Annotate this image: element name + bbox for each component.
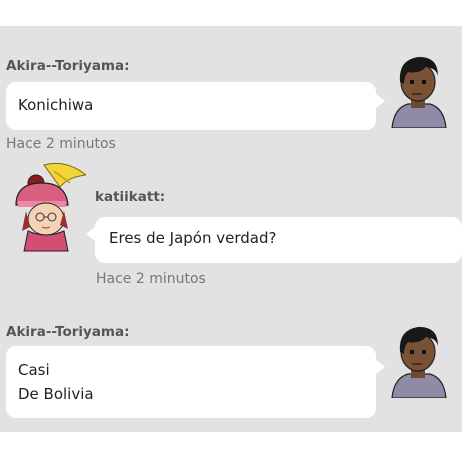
message-timestamp: Hace 2 minutos	[96, 271, 206, 287]
boy-avatar-icon[interactable]	[386, 52, 452, 129]
message-bubble: Casi De Bolivia	[6, 346, 376, 418]
message-text: Casi	[18, 361, 50, 379]
message-bubble: Eres de Japón verdad?	[95, 217, 462, 263]
message-timestamp: Hace 2 minutos	[6, 136, 116, 152]
message-bubble: Konichiwa	[6, 82, 376, 130]
message-sender[interactable]: Akira--Toriyama:	[6, 324, 130, 340]
message-sender[interactable]: katiikatt:	[95, 189, 165, 205]
chat-message: Akira--Toriyama: Konichiwa Hace 2 minuto…	[0, 26, 462, 166]
bubble-tail	[376, 360, 385, 374]
message-sender[interactable]: Akira--Toriyama:	[6, 58, 130, 74]
chat-message: katiikatt: Eres de Japón verdad? Hace 2 …	[0, 161, 462, 301]
message-text: De Bolivia	[18, 385, 94, 403]
girl-avatar-icon[interactable]	[8, 161, 88, 257]
boy-avatar-icon[interactable]	[386, 322, 452, 399]
bubble-tail	[376, 94, 385, 108]
chat-message: Akira--Toriyama: Casi De Bolivia	[0, 296, 462, 432]
message-text: Eres de Japón verdad?	[109, 229, 277, 247]
chat-panel: Akira--Toriyama: Konichiwa Hace 2 minuto…	[0, 26, 462, 432]
message-text: Konichiwa	[18, 96, 94, 114]
bubble-tail	[86, 227, 95, 241]
